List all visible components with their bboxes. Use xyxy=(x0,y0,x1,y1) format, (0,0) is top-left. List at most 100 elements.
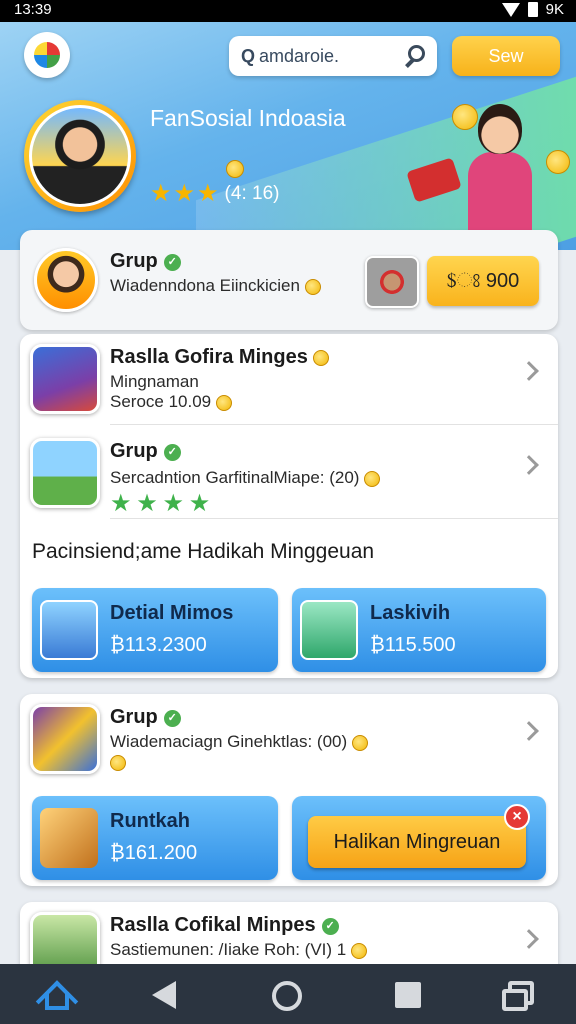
verified-icon: ✓ xyxy=(163,444,181,461)
group-subtitle-row: Wiademaciagn Ginehktlas: (00) xyxy=(110,732,510,772)
chevron-right-icon[interactable] xyxy=(519,361,539,381)
wifi-icon xyxy=(501,2,520,17)
game-thumbnail xyxy=(30,438,100,508)
coin-icon xyxy=(226,160,244,178)
coin-icon xyxy=(351,734,368,751)
chevron-right-icon[interactable] xyxy=(519,721,539,741)
game-list-card: Raslla Gofira Minges Mingnaman Seroce 10… xyxy=(20,334,558,678)
tile-thumbnail xyxy=(40,600,98,660)
battery-icon xyxy=(527,2,538,17)
tile-title: Runtkah xyxy=(110,810,190,832)
recents-icon[interactable] xyxy=(502,981,534,1011)
game-subtitle: Sastiemunen: /Iiake Roh: (VI) 1 xyxy=(110,940,347,959)
coin-icon xyxy=(364,470,381,487)
tile-thumbnail xyxy=(300,600,358,660)
coin-icon xyxy=(215,394,232,411)
search-q-label: Q xyxy=(241,45,256,66)
cta-tile: Halikan Mingreuan × xyxy=(292,796,546,880)
profile-rating: ★ ★ ★ (4: 16) xyxy=(150,182,279,206)
system-nav-bar xyxy=(0,964,576,1024)
group-title-row: Grup ✓ xyxy=(110,706,181,729)
cta-button[interactable]: Halikan Mingreuan xyxy=(308,816,526,868)
group-title: Grup xyxy=(110,250,158,272)
game-thumbnail xyxy=(30,344,100,414)
chevron-right-icon[interactable] xyxy=(519,455,539,475)
green-star-icon: ★ xyxy=(162,490,185,517)
offer-tile[interactable]: Runtkah ₿161.200 xyxy=(32,796,278,880)
rating-text: (4: 16) xyxy=(224,183,280,204)
group-list-card: Grup ✓ Wiademaciagn Ginehktlas: (00) Runt… xyxy=(20,694,558,886)
stop-square-icon[interactable] xyxy=(395,982,421,1008)
group-subtitle: Wiadenndona Eiinckicien xyxy=(110,276,300,295)
group-card[interactable]: Grup ✓ Wiadenndona Eiinckicien $ଃ 900 xyxy=(20,230,558,330)
verified-icon: ✓ xyxy=(163,710,181,727)
game-title: Raslla Cofikal Minpes xyxy=(110,914,316,936)
game-title-row: Raslla Cofikal Minpes ✓ xyxy=(110,914,339,937)
tile-price: ₿113.2300 xyxy=(110,634,207,656)
game-title: Grup xyxy=(110,440,158,462)
divider xyxy=(110,518,558,519)
tile-title: Laskivih xyxy=(370,602,451,624)
game-line1: Sercadntion GarfitinalMiape: (20) xyxy=(110,468,360,487)
search-bar[interactable]: Q amdaroie. xyxy=(229,36,437,76)
coin-icon xyxy=(546,150,570,174)
group-avatar xyxy=(34,248,98,312)
close-icon[interactable]: × xyxy=(504,804,530,830)
group-title-row: Grup ✓ xyxy=(110,250,181,273)
list-item[interactable]: Grup ✓ Wiademaciagn Ginehktlas: (00) xyxy=(20,694,558,784)
green-stars: ★ ★ ★ ★ xyxy=(110,492,510,516)
coin-icon xyxy=(452,104,478,130)
coin-icon xyxy=(110,754,126,771)
star-icon: ★ xyxy=(150,180,172,207)
offer-tile[interactable]: Detial Mimos ₿113.2300 xyxy=(32,588,278,672)
coin-icon xyxy=(350,942,367,959)
status-time: 13:39 xyxy=(14,1,52,18)
status-bar: 13:39 9K xyxy=(0,0,576,22)
coin-icon xyxy=(304,278,321,295)
group-title: Grup xyxy=(110,706,158,728)
divider xyxy=(110,424,558,425)
avatar-image xyxy=(29,105,131,207)
game-title: Raslla Gofira Minges xyxy=(110,346,308,368)
tile-price: ₿115.500 xyxy=(370,634,456,656)
game-line1: Mingnaman xyxy=(110,372,199,391)
tile-thumbnail xyxy=(40,808,98,868)
star-icon: ★ xyxy=(173,180,196,207)
search-input[interactable]: amdaroie. xyxy=(259,46,403,67)
green-star-icon: ★ xyxy=(188,490,211,517)
app-logo[interactable] xyxy=(24,32,70,78)
top-action-button[interactable]: Sew xyxy=(452,36,560,76)
verified-icon: ✓ xyxy=(163,254,181,271)
home-circle-icon[interactable] xyxy=(272,981,302,1011)
group-subtitle: Wiademaciagn Ginehktlas: (00) xyxy=(110,732,348,751)
green-star-icon: ★ xyxy=(136,490,158,517)
search-icon[interactable] xyxy=(403,45,425,67)
game-subtitle: Mingnaman Seroce 10.09 xyxy=(110,372,510,412)
tile-price: ₿161.200 xyxy=(110,842,198,864)
profile-avatar[interactable] xyxy=(24,100,136,212)
price-button[interactable]: $ଃ 900 xyxy=(427,256,539,306)
profile-name: FanSosial Indoasia xyxy=(150,105,346,131)
game-title-row: Grup ✓ xyxy=(110,440,181,463)
tile-title: Detial Mimos xyxy=(110,602,234,624)
user-avatar[interactable] xyxy=(365,256,419,308)
green-star-icon: ★ xyxy=(110,490,132,517)
home-icon[interactable] xyxy=(35,978,79,1023)
battery-text: 9K xyxy=(545,1,564,18)
back-icon[interactable] xyxy=(152,981,176,1009)
group-subtitle-row: Wiadenndona Eiinckicien xyxy=(110,276,360,296)
status-icons: 9K xyxy=(501,1,564,18)
coin-icon xyxy=(313,349,330,366)
game-title-row: Raslla Gofira Minges xyxy=(110,346,330,369)
chevron-right-icon[interactable] xyxy=(519,929,539,949)
offer-tile[interactable]: Laskivih ₿115.500 xyxy=(292,588,546,672)
list-item[interactable]: Raslla Gofira Minges Mingnaman Seroce 10… xyxy=(20,334,558,424)
mascot-illustration xyxy=(438,104,548,250)
star-icon: ★ xyxy=(197,180,219,207)
hero-header: Q amdaroie. Sew FanSosial Indoasia ★ ★ ★… xyxy=(0,22,576,250)
section-heading: Pacinsiend;ame Hadikah Minggeuan xyxy=(32,540,375,563)
game-thumbnail xyxy=(30,704,100,774)
game-subtitle: Sercadntion GarfitinalMiape: (20) ★ ★ ★ … xyxy=(110,468,510,516)
list-item[interactable]: Grup ✓ Sercadntion GarfitinalMiape: (20) … xyxy=(20,428,558,518)
verified-icon: ✓ xyxy=(321,918,339,935)
